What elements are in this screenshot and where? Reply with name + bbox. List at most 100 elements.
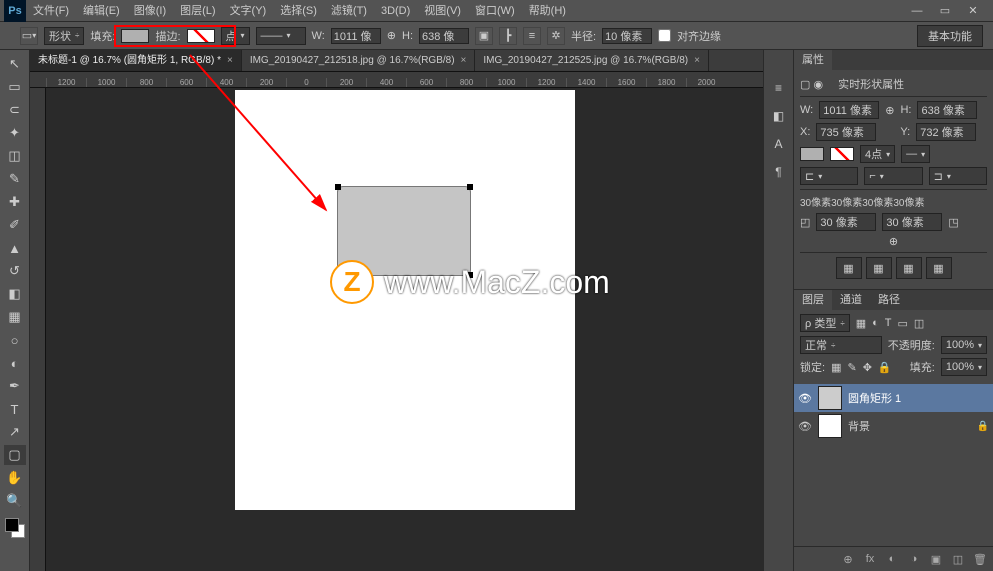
prop-fill-swatch[interactable] [800,147,824,161]
corner-tr-input[interactable] [882,213,942,231]
adjustment-button[interactable]: ◑ [905,551,923,567]
corner-tl-input[interactable] [816,213,876,231]
lock-transparency-icon[interactable]: ▦ [831,361,841,374]
transform-handle[interactable] [335,272,341,278]
paths-tab[interactable]: 路径 [870,290,908,310]
link-layers-button[interactable]: ⊕ [839,551,857,567]
gradient-tool[interactable]: ▦ [4,307,26,327]
blend-mode-dropdown[interactable]: 正常÷ [800,336,882,354]
prop-join-dropdown[interactable]: ⊐▾ [929,167,987,185]
layer-row[interactable]: 👁 圆角矩形 1 [794,384,993,412]
tab-close-icon[interactable]: × [694,50,700,72]
tab-close-icon[interactable]: × [461,50,467,72]
align-edges-checkbox[interactable] [658,29,671,42]
filter-pixel-icon[interactable]: ▦ [856,317,866,330]
character-panel-icon[interactable]: A [769,134,789,154]
pen-tool[interactable]: ✒ [4,376,26,396]
maximize-button[interactable]: ▭ [935,4,955,18]
fill-opacity-input[interactable]: 100%▾ [941,358,987,376]
shape-tool[interactable]: ▢ [4,445,26,465]
align-btn-2[interactable]: ▦ [866,257,892,279]
prop-y-input[interactable] [916,123,976,141]
layers-tab[interactable]: 图层 [794,290,832,310]
crop-tool[interactable]: ◫ [4,146,26,166]
link-icon[interactable]: ⊕ [885,104,894,117]
menu-layer[interactable]: 图层(L) [173,0,222,22]
ruler-horizontal[interactable]: 1200100080060040020002004006008001000120… [30,72,763,88]
document-tab-1[interactable]: 未标题-1 @ 16.7% (圆角矩形 1, RGB/8) *× [30,50,242,71]
filter-shape-icon[interactable]: ▭ [898,317,908,330]
blur-tool[interactable]: ○ [4,330,26,350]
lock-position-icon[interactable]: ✥ [863,361,872,374]
menu-image[interactable]: 图像(I) [127,0,173,22]
document-tab-2[interactable]: IMG_20190427_212518.jpg @ 16.7%(RGB/8)× [242,50,476,71]
menu-edit[interactable]: 编辑(E) [76,0,127,22]
prop-x-input[interactable] [816,123,876,141]
layer-row[interactable]: 👁 背景 🔒 [794,412,993,440]
align-btn-1[interactable]: ▦ [836,257,862,279]
path-align-icon[interactable]: ┣ [499,27,517,45]
type-tool[interactable]: T [4,399,26,419]
heal-tool[interactable]: ✚ [4,192,26,212]
zoom-tool[interactable]: 🔍 [4,491,26,511]
filter-smart-icon[interactable]: ◫ [914,317,924,330]
visibility-toggle[interactable]: 👁 [798,391,812,405]
radius-input[interactable] [602,28,652,44]
paragraph-panel-icon[interactable]: ¶ [769,162,789,182]
canvas[interactable] [46,88,763,571]
ruler-vertical[interactable] [30,88,46,571]
tab-close-icon[interactable]: × [227,50,233,72]
menu-file[interactable]: 文件(F) [26,0,76,22]
wand-tool[interactable]: ✦ [4,123,26,143]
hand-tool[interactable]: ✋ [4,468,26,488]
visibility-toggle[interactable]: 👁 [798,419,812,433]
width-input[interactable] [331,28,381,44]
menu-window[interactable]: 窗口(W) [468,0,522,22]
prop-w-input[interactable] [819,101,879,119]
channels-tab[interactable]: 通道 [832,290,870,310]
shape-mode-dropdown[interactable]: 形状÷ [44,27,84,45]
menu-view[interactable]: 视图(V) [417,0,468,22]
path-combine-icon[interactable]: ▣ [475,27,493,45]
document-tab-3[interactable]: IMG_20190427_212525.jpg @ 16.7%(RGB/8)× [475,50,709,71]
eyedropper-tool[interactable]: ✎ [4,169,26,189]
dodge-tool[interactable]: ◐ [4,353,26,373]
menu-type[interactable]: 文字(Y) [223,0,274,22]
link-corners-icon[interactable]: ⊕ [889,235,898,248]
fx-button[interactable]: fx [861,551,879,567]
stroke-width-dropdown[interactable]: 点▾ [221,27,250,45]
menu-help[interactable]: 帮助(H) [522,0,573,22]
prop-h-input[interactable] [917,101,977,119]
marquee-tool[interactable]: ▭ [4,77,26,97]
minimize-button[interactable]: — [907,4,927,18]
menu-select[interactable]: 选择(S) [273,0,324,22]
transform-handle[interactable] [467,272,473,278]
properties-tab[interactable]: 属性 [794,50,832,70]
stamp-tool[interactable]: ▲ [4,238,26,258]
transform-handle[interactable] [467,184,473,190]
rounded-rectangle-shape[interactable] [337,186,471,276]
lock-pixels-icon[interactable]: ✎ [847,361,856,374]
menu-filter[interactable]: 滤镜(T) [324,0,374,22]
group-button[interactable]: ▣ [927,551,945,567]
fill-swatch[interactable] [121,29,149,43]
brush-tool[interactable]: ✐ [4,215,26,235]
transform-handle[interactable] [335,184,341,190]
prop-stroke-width[interactable]: 4点▾ [860,145,895,163]
stroke-swatch[interactable] [187,29,215,43]
history-panel-icon[interactable]: ≡ [769,78,789,98]
gear-icon[interactable]: ✲ [547,27,565,45]
mask-button[interactable]: ◐ [883,551,901,567]
align-btn-4[interactable]: ▦ [926,257,952,279]
lasso-tool[interactable]: ⊂ [4,100,26,120]
path-select-tool[interactable]: ↗ [4,422,26,442]
move-tool[interactable]: ↖ [4,54,26,74]
height-input[interactable] [419,28,469,44]
delete-layer-button[interactable]: 🗑 [971,551,989,567]
color-swatches[interactable] [5,518,25,538]
align-btn-3[interactable]: ▦ [896,257,922,279]
path-arrange-icon[interactable]: ≡ [523,27,541,45]
layer-name[interactable]: 背景 [848,418,870,434]
prop-stroke-swatch[interactable] [830,147,854,161]
prop-corner-dropdown[interactable]: ⌐▾ [864,167,922,185]
